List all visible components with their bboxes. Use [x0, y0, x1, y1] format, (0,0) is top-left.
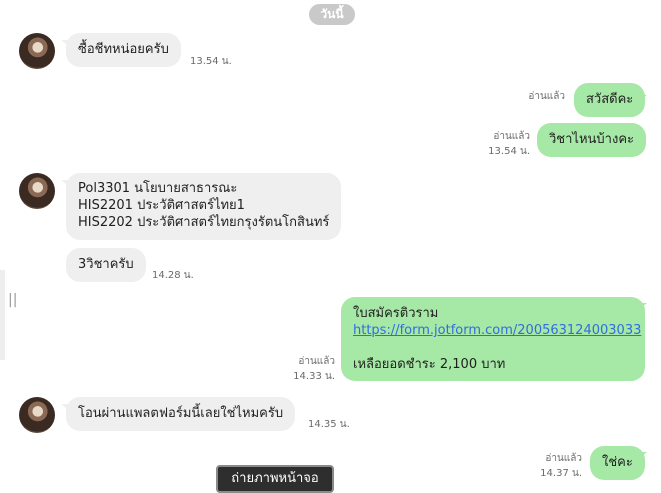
- avatar[interactable]: [19, 33, 55, 69]
- panel-resize-grip[interactable]: ||: [8, 293, 17, 307]
- bubble-tail: [638, 303, 647, 310]
- message-text: 3วิชาครับ: [78, 257, 134, 272]
- bubble-tail: [61, 404, 70, 411]
- bubble-tail: [638, 95, 647, 102]
- bubble-tail: [638, 452, 647, 459]
- message-bubble-outgoing[interactable]: วิชาไหนบ้างคะ: [537, 123, 646, 157]
- message-bubble-outgoing[interactable]: ใช่คะ: [590, 446, 645, 480]
- screenshot-button[interactable]: ถ่ายภาพหน้าจอ: [216, 465, 334, 493]
- read-status: อ่านแล้ว: [493, 131, 530, 142]
- form-link[interactable]: https://form.jotform.com/200563124003033: [353, 322, 641, 339]
- message-bubble-incoming[interactable]: Pol3301 นโยบายสาธารณะ HIS2201 ประวัติศาส…: [66, 173, 342, 240]
- message-line: HIS2202 ประวัติศาสตร์ไทยกรุงรัตนโกสินทร์: [78, 215, 330, 230]
- bubble-tail: [61, 180, 70, 187]
- read-status: อ่านแล้ว: [545, 453, 582, 464]
- message-text: ซื้อชีทหน่อยครับ: [78, 42, 169, 57]
- read-status: อ่านแล้ว: [528, 91, 565, 102]
- message-text: ใช่คะ: [602, 455, 633, 470]
- read-status: อ่านแล้ว: [298, 356, 335, 367]
- message-text: โอนผ่านแพลตฟอร์มนี้เลยใช่ไหมครับ: [78, 406, 284, 421]
- message-bubble-outgoing[interactable]: สวัสดีคะ: [574, 83, 646, 117]
- bubble-tail: [61, 40, 70, 47]
- message-time: 13.54 น.: [190, 56, 232, 67]
- avatar[interactable]: [19, 173, 55, 209]
- side-panel-edge: [0, 270, 5, 360]
- message-title: ใบสมัครติวราม: [353, 306, 439, 321]
- message-bubble-incoming[interactable]: โอนผ่านแพลตฟอร์มนี้เลยใช่ไหมครับ: [66, 397, 296, 431]
- message-text: วิชาไหนบ้างคะ: [549, 132, 634, 147]
- message-time: 14.33 น.: [293, 371, 335, 382]
- message-text: สวัสดีคะ: [586, 92, 634, 107]
- message-time: 13.54 น.: [488, 146, 530, 157]
- message-time: 14.37 น.: [540, 468, 582, 479]
- message-line: Pol3301 นโยบายสาธารณะ: [78, 181, 238, 196]
- bubble-tail: [635, 130, 644, 137]
- message-time: 14.35 น.: [308, 419, 350, 430]
- message-bubble-incoming[interactable]: 3วิชาครับ: [66, 248, 146, 282]
- avatar[interactable]: [19, 397, 55, 433]
- message-bubble-incoming[interactable]: ซื้อชีทหน่อยครับ: [66, 33, 181, 67]
- message-time: 14.28 น.: [152, 270, 194, 281]
- message-line: HIS2201 ประวัติศาสตร์ไทย1: [78, 198, 245, 213]
- message-bubble-outgoing[interactable]: ใบสมัครติวราม https://form.jotform.com/2…: [341, 297, 645, 381]
- date-separator: วันนี้: [309, 4, 355, 25]
- payment-amount: เหลือยอดชำระ 2,100 บาท: [353, 357, 506, 372]
